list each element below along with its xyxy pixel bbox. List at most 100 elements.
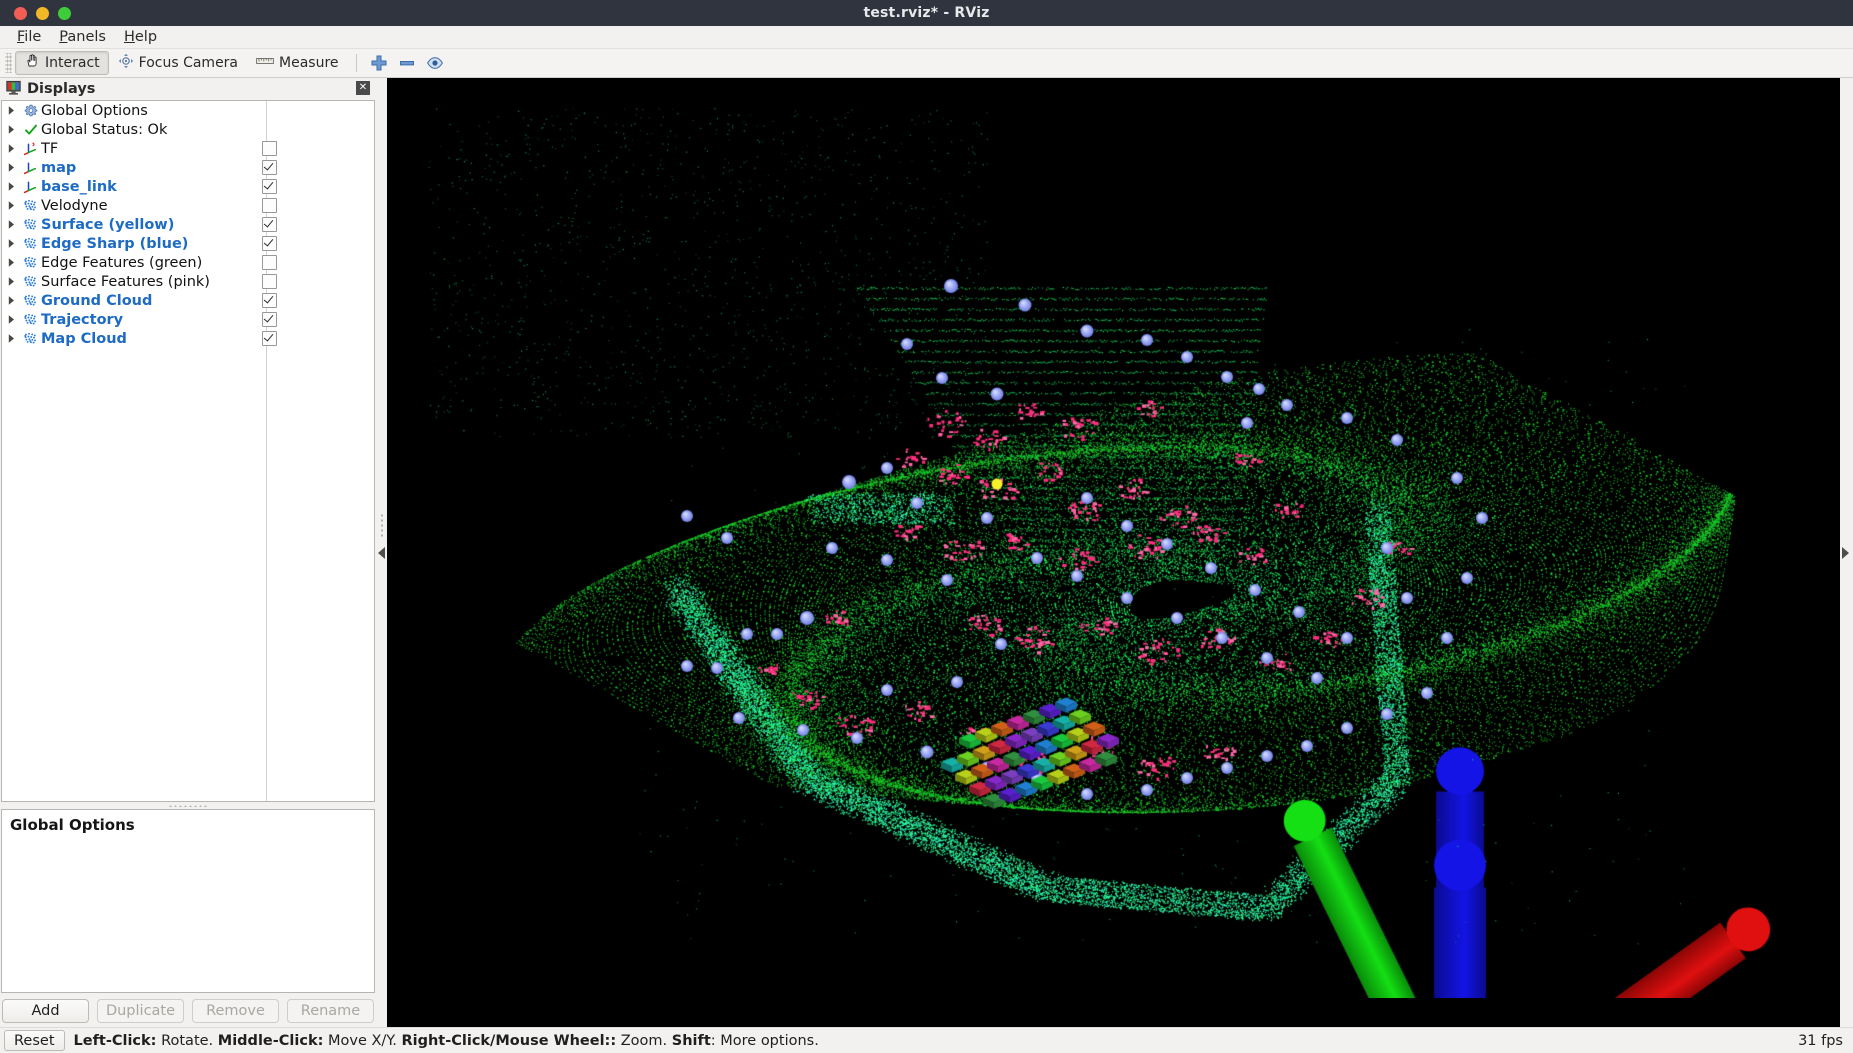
display-enable-checkbox[interactable] bbox=[262, 141, 277, 156]
collapse-right-arrow-icon[interactable] bbox=[1840, 78, 1851, 1027]
expand-arrow-icon[interactable] bbox=[2, 219, 20, 230]
display-item-label: TF bbox=[41, 140, 59, 157]
displays-monitor-icon bbox=[6, 80, 21, 99]
dock-splitter[interactable] bbox=[0, 802, 376, 809]
close-window-button[interactable] bbox=[14, 6, 27, 20]
display-item-map[interactable]: map bbox=[2, 158, 374, 177]
right-arrow-glyph bbox=[1842, 546, 1849, 559]
remove-button: Remove bbox=[192, 999, 279, 1023]
expand-arrow-icon[interactable] bbox=[2, 314, 20, 325]
display-item-enable-cell[interactable] bbox=[254, 217, 374, 232]
expand-arrow-icon[interactable] bbox=[2, 238, 20, 249]
display-enable-checkbox[interactable] bbox=[262, 236, 277, 251]
display-enable-checkbox[interactable] bbox=[262, 312, 277, 327]
hint-segment-6: Shift bbox=[671, 1032, 711, 1049]
display-item-surface-features-pink[interactable]: Surface Features (pink) bbox=[2, 272, 374, 291]
display-item-trajectory[interactable]: Trajectory bbox=[2, 310, 374, 329]
display-enable-checkbox[interactable] bbox=[262, 179, 277, 194]
duplicate-button: Duplicate bbox=[97, 999, 184, 1023]
menu-file[interactable]: File bbox=[8, 27, 50, 47]
tool-interact[interactable]: Interact bbox=[15, 51, 109, 75]
hint-segment-1: Rotate. bbox=[156, 1032, 218, 1049]
tool-measure[interactable]: Measure bbox=[247, 51, 348, 75]
expand-arrow-icon[interactable] bbox=[2, 105, 20, 116]
expand-arrow-icon[interactable] bbox=[2, 181, 20, 192]
add-pose-estimate-icon[interactable] bbox=[365, 51, 393, 75]
displays-dock-title-label: Displays bbox=[27, 81, 96, 97]
display-enable-checkbox[interactable] bbox=[262, 331, 277, 346]
display-item-global-options[interactable]: Global Options bbox=[2, 101, 374, 120]
display-item-enable-cell[interactable] bbox=[254, 255, 374, 270]
left-dock-column: Displays ✕ Global Options Global Status: … bbox=[0, 78, 376, 1027]
left-arrow-glyph bbox=[378, 546, 385, 559]
display-enable-checkbox[interactable] bbox=[262, 274, 277, 289]
expand-arrow-icon[interactable] bbox=[2, 333, 20, 344]
display-item-enable-cell[interactable] bbox=[254, 141, 374, 156]
display-item-map-cloud[interactable]: Map Cloud bbox=[2, 329, 374, 348]
menu-file-rest: ile bbox=[24, 29, 42, 45]
expand-arrow-icon[interactable] bbox=[2, 257, 20, 268]
expand-arrow-icon[interactable] bbox=[2, 276, 20, 287]
expand-arrow-icon[interactable] bbox=[2, 200, 20, 211]
window-title: test.rviz* - RViz bbox=[863, 5, 990, 21]
display-item-label: base_link bbox=[41, 178, 117, 195]
publish-point-icon[interactable] bbox=[421, 51, 449, 75]
displays-tree[interactable]: Global Options Global Status: Ok TF map base… bbox=[2, 101, 374, 801]
display-enable-checkbox[interactable] bbox=[262, 255, 277, 270]
fps-indicator: 31 fps bbox=[1798, 1032, 1843, 1049]
menu-panels[interactable]: Panels bbox=[50, 27, 115, 47]
displays-dock: Displays ✕ Global Options Global Status: … bbox=[0, 78, 376, 802]
display-item-edge-features-green[interactable]: Edge Features (green) bbox=[2, 253, 374, 272]
display-item-enable-cell[interactable] bbox=[254, 274, 374, 289]
toolbar-grip[interactable] bbox=[5, 53, 12, 73]
display-enable-checkbox[interactable] bbox=[262, 160, 277, 175]
menu-help[interactable]: Help bbox=[115, 27, 166, 47]
tool-interact-label: Interact bbox=[45, 55, 100, 71]
expand-arrow-icon[interactable] bbox=[2, 143, 20, 154]
reset-button[interactable]: Reset bbox=[4, 1030, 65, 1051]
display-item-label: Ground Cloud bbox=[41, 292, 153, 309]
properties-panel: Global Options bbox=[1, 809, 375, 993]
display-item-global-status-ok[interactable]: Global Status: Ok bbox=[2, 120, 374, 139]
3d-viewport[interactable] bbox=[387, 78, 1840, 1027]
maximize-window-button[interactable] bbox=[58, 6, 71, 20]
display-enable-checkbox[interactable] bbox=[262, 293, 277, 308]
menu-help-mnemonic: H bbox=[123, 29, 135, 45]
expand-arrow-icon[interactable] bbox=[2, 124, 20, 135]
minimize-window-button[interactable] bbox=[36, 6, 49, 20]
properties-panel-title: Global Options bbox=[10, 816, 135, 834]
display-item-tf[interactable]: TF bbox=[2, 139, 374, 158]
collapse-left-arrow-icon[interactable] bbox=[376, 78, 387, 1027]
display-enable-checkbox[interactable] bbox=[262, 198, 277, 213]
display-item-enable-cell[interactable] bbox=[254, 331, 374, 346]
window-controls bbox=[0, 6, 71, 20]
expand-arrow-icon[interactable] bbox=[2, 295, 20, 306]
tool-focus-camera[interactable]: Focus Camera bbox=[109, 51, 247, 75]
display-item-enable-cell[interactable] bbox=[254, 293, 374, 308]
pointcloud-icon bbox=[20, 293, 41, 308]
display-item-enable-cell[interactable] bbox=[254, 160, 374, 175]
display-item-enable-cell[interactable] bbox=[254, 236, 374, 251]
menu-bar: File Panels Help bbox=[0, 26, 1853, 49]
display-item-enable-cell[interactable] bbox=[254, 312, 374, 327]
display-item-enable-cell[interactable] bbox=[254, 198, 374, 213]
display-item-base-link[interactable]: base_link bbox=[2, 177, 374, 196]
add-button[interactable]: Add bbox=[2, 999, 89, 1023]
remove-tool-icon[interactable] bbox=[393, 51, 421, 75]
close-icon[interactable]: ✕ bbox=[356, 81, 370, 95]
point-cloud-canvas[interactable] bbox=[387, 78, 1815, 998]
display-item-velodyne[interactable]: Velodyne bbox=[2, 196, 374, 215]
display-item-label: Surface (yellow) bbox=[41, 216, 175, 233]
display-item-edge-sharp-blue[interactable]: Edge Sharp (blue) bbox=[2, 234, 374, 253]
display-item-ground-cloud[interactable]: Ground Cloud bbox=[2, 291, 374, 310]
tool-measure-label: Measure bbox=[279, 55, 339, 71]
hint-segment-5: Zoom. bbox=[616, 1032, 672, 1049]
display-enable-checkbox[interactable] bbox=[262, 217, 277, 232]
display-item-enable-cell[interactable] bbox=[254, 179, 374, 194]
display-item-label: Surface Features (pink) bbox=[41, 273, 210, 290]
gear-icon bbox=[20, 104, 41, 118]
display-item-surface-yellow[interactable]: Surface (yellow) bbox=[2, 215, 374, 234]
hint-segment-2: Middle-Click: bbox=[217, 1032, 324, 1049]
expand-arrow-icon[interactable] bbox=[2, 162, 20, 173]
check-ok-icon bbox=[20, 123, 41, 137]
